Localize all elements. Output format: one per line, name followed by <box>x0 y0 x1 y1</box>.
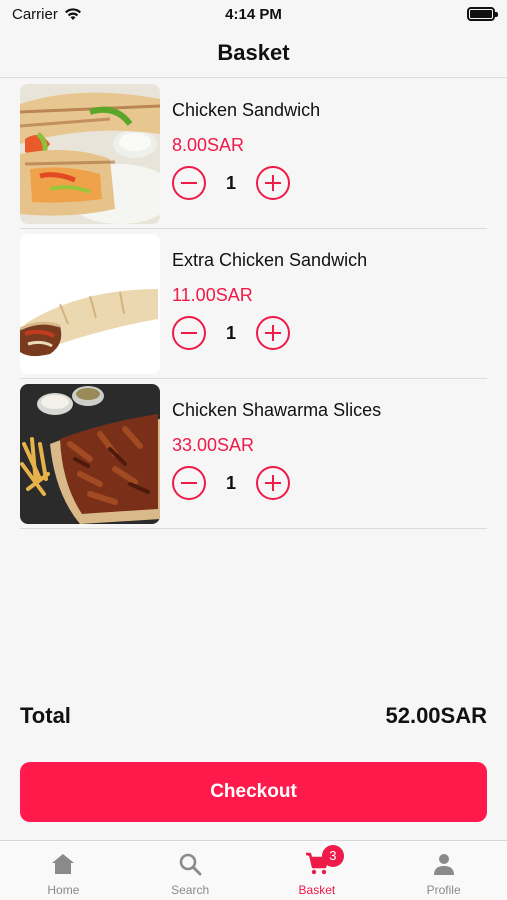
plus-icon-vertical <box>271 175 275 191</box>
wifi-icon <box>64 8 81 20</box>
item-price: 11.00SAR <box>172 285 253 305</box>
total-value: 52.00SAR <box>385 703 487 728</box>
basket-item[interactable]: Extra Chicken Sandwich 11.00SAR 1 <box>20 229 487 379</box>
nav-header: Basket <box>0 28 507 78</box>
decrease-quantity-button[interactable] <box>172 166 206 200</box>
plus-icon-vertical <box>271 325 275 341</box>
cart-count-badge: 3 <box>321 845 344 867</box>
tab-home[interactable]: Home <box>0 841 127 900</box>
minus-icon <box>181 181 197 185</box>
quantity-value: 1 <box>225 322 236 343</box>
item-name: Chicken Shawarma Slices <box>172 400 382 420</box>
tab-label: Profile <box>426 883 461 897</box>
tab-search[interactable]: Search <box>127 841 254 900</box>
tab-bar: Home Search 3 Basket Profile <box>0 840 507 900</box>
total-row: Total 52.00SAR <box>20 703 487 729</box>
tab-label: Home <box>47 883 80 897</box>
extra-chicken-sandwich-image <box>20 234 160 374</box>
decrease-quantity-button[interactable] <box>172 466 206 500</box>
status-left: Carrier <box>12 6 82 23</box>
decrease-quantity-button[interactable] <box>172 316 206 350</box>
chicken-sandwich-image <box>20 84 160 224</box>
plus-icon-vertical <box>271 475 275 491</box>
carrier-label: Carrier <box>12 5 58 23</box>
basket-item[interactable]: Chicken Sandwich 8.00SAR 1 <box>20 79 487 229</box>
item-info: Extra Chicken Sandwich 11.00SAR 1 <box>172 234 487 350</box>
search-icon <box>179 853 202 876</box>
tab-basket[interactable]: 3 Basket <box>254 841 381 900</box>
tab-label: Search <box>171 883 210 897</box>
checkout-button[interactable]: Checkout <box>20 762 487 822</box>
quantity-stepper: 1 <box>172 316 487 350</box>
total-label: Total <box>20 703 71 728</box>
minus-icon <box>181 481 197 485</box>
item-info: Chicken Sandwich 8.00SAR 1 <box>172 84 487 200</box>
cart-icon-wrapper: 3 <box>304 845 344 877</box>
chicken-shawarma-slices-image <box>20 384 160 524</box>
increase-quantity-button[interactable] <box>256 316 290 350</box>
basket-item[interactable]: Chicken Shawarma Slices 33.00SAR 1 <box>20 379 487 529</box>
minus-icon <box>181 331 197 335</box>
quantity-value: 1 <box>225 172 236 193</box>
quantity-value: 1 <box>225 472 236 493</box>
item-price: 33.00SAR <box>172 435 255 455</box>
status-bar: Carrier 4:14 PM <box>0 0 507 28</box>
item-name: Extra Chicken Sandwich <box>172 250 368 270</box>
battery-icon <box>467 7 498 21</box>
item-info: Chicken Shawarma Slices 33.00SAR 1 <box>172 384 487 500</box>
increase-quantity-button[interactable] <box>256 166 290 200</box>
increase-quantity-button[interactable] <box>256 466 290 500</box>
tab-profile[interactable]: Profile <box>380 841 507 900</box>
quantity-stepper: 1 <box>172 166 487 200</box>
item-name: Chicken Sandwich <box>172 100 321 120</box>
basket-list: Chicken Sandwich 8.00SAR 1 Extra Chicken <box>20 79 487 529</box>
home-icon <box>52 854 75 874</box>
item-price: 8.00SAR <box>172 135 245 155</box>
quantity-stepper: 1 <box>172 466 487 500</box>
tab-label: Basket <box>298 883 336 897</box>
page-title: Basket <box>217 39 290 65</box>
person-icon <box>433 854 454 875</box>
